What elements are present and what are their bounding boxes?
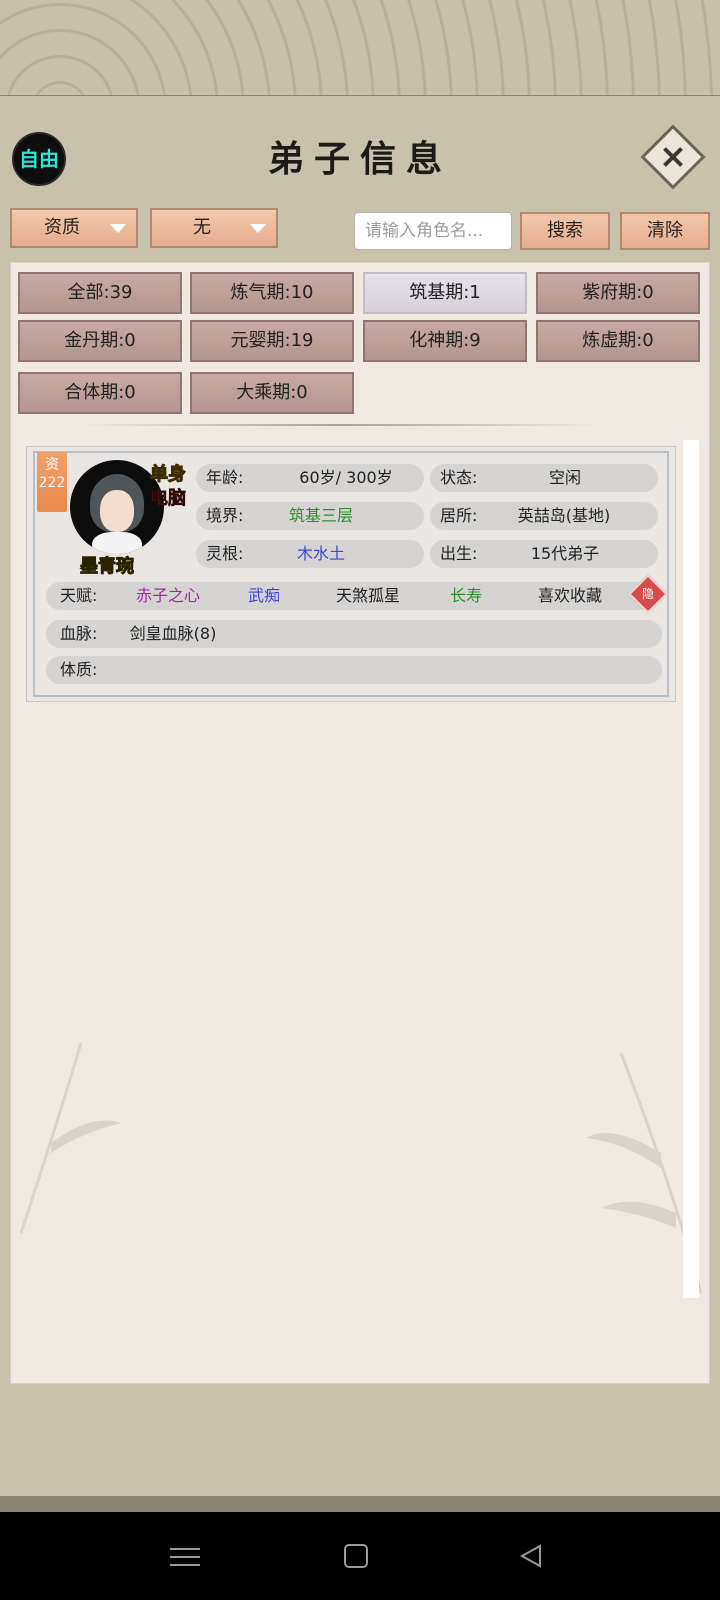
talents-field: 天赋: 赤子之心 武痴 天煞孤星 长寿 喜欢收藏 xyxy=(46,582,654,610)
disciple-name: 墨青琬 xyxy=(80,556,135,578)
residence-field: 居所: 英喆岛(基地) xyxy=(430,502,658,530)
tab-nascent-soul[interactable]: 元婴期:19 xyxy=(190,320,354,362)
spirit-root-value: 木水土 xyxy=(296,544,345,563)
tab-spirit-transformation[interactable]: 化神期:9 xyxy=(363,320,527,362)
home-icon[interactable] xyxy=(344,1544,368,1568)
residence-label: 居所: xyxy=(440,506,478,525)
menu-icon[interactable] xyxy=(170,1542,200,1570)
talent-item: 赤子之心 xyxy=(135,586,200,605)
search-button[interactable]: 搜索 xyxy=(520,212,610,250)
secondary-dropdown[interactable]: 无 xyxy=(150,208,278,248)
secondary-dropdown-label: 无 xyxy=(193,217,211,238)
relationship-tag: 单身 xyxy=(150,464,187,486)
spirit-root-field: 灵根: 木水土 xyxy=(196,540,424,568)
physique-label: 体质: xyxy=(60,660,98,679)
bamboo-decoration-icon xyxy=(19,1042,121,1234)
panel-bottom-edge xyxy=(0,1496,720,1512)
origin-field: 出生: 15代弟子 xyxy=(430,540,658,568)
chevron-down-icon xyxy=(250,224,266,233)
sort-dropdown-label: 资质 xyxy=(44,217,80,238)
tab-void-refining[interactable]: 炼虚期:0 xyxy=(536,320,700,362)
control-tag: 电脑 xyxy=(150,488,187,510)
scrollbar[interactable] xyxy=(683,440,699,1298)
talent-item: 喜欢收藏 xyxy=(537,586,602,605)
clear-button[interactable]: 清除 xyxy=(620,212,710,250)
bloodline-field: 血脉: 剑皇血脉(8) xyxy=(46,620,662,648)
spirit-root-label: 灵根: xyxy=(206,544,244,563)
status-value: 空闲 xyxy=(548,468,581,487)
physique-field: 体质: xyxy=(46,656,662,684)
page-title: 弟子信息 xyxy=(267,138,452,180)
chevron-down-icon xyxy=(110,224,126,233)
aptitude-badge: 资 222 xyxy=(37,452,67,512)
status-field: 状态: 空闲 xyxy=(430,464,658,492)
aptitude-label: 资 xyxy=(45,457,59,473)
age-label: 年龄: xyxy=(206,468,244,487)
tab-qi-refining[interactable]: 炼气期:10 xyxy=(190,272,354,314)
hide-icon-label: 隐 xyxy=(641,587,654,601)
tab-body-integration[interactable]: 合体期:0 xyxy=(18,372,182,414)
disciple-list-panel xyxy=(10,262,710,1384)
age-field: 年龄: 60岁/ 300岁 xyxy=(196,464,424,492)
talent-item: 天煞孤星 xyxy=(335,586,400,605)
realm-value: 筑基三层 xyxy=(288,506,353,525)
bloodline-value: 剑皇血脉(8) xyxy=(129,624,217,643)
back-icon[interactable] xyxy=(516,1542,546,1570)
system-navbar xyxy=(0,1512,720,1600)
bloodline-label: 血脉: xyxy=(60,624,98,643)
search-input[interactable] xyxy=(354,212,512,250)
residence-value: 英喆岛(基地) xyxy=(517,506,611,525)
origin-label: 出生: xyxy=(440,544,478,563)
talent-item: 武痴 xyxy=(247,586,280,605)
age-value: 60岁/ 300岁 xyxy=(299,468,393,487)
tab-purple-mansion[interactable]: 紫府期:0 xyxy=(536,272,700,314)
tab-mahayana[interactable]: 大乘期:0 xyxy=(190,372,354,414)
tab-all[interactable]: 全部:39 xyxy=(18,272,182,314)
avatar-body xyxy=(92,532,142,554)
talent-item: 长寿 xyxy=(449,586,482,605)
realm-field: 境界: 筑基三层 xyxy=(196,502,424,530)
status-label: 状态: xyxy=(440,468,478,487)
avatar-face xyxy=(100,490,134,532)
realm-label: 境界: xyxy=(206,506,244,525)
sort-dropdown[interactable]: 资质 xyxy=(10,208,138,248)
tab-foundation[interactable]: 筑基期:1 xyxy=(363,272,527,314)
aptitude-value: 222 xyxy=(38,475,66,491)
tab-golden-core[interactable]: 金丹期:0 xyxy=(18,320,182,362)
talents-label: 天赋: xyxy=(60,586,98,605)
divider xyxy=(80,424,600,426)
top-decorative-band xyxy=(0,0,720,101)
origin-value: 15代弟子 xyxy=(530,544,600,563)
